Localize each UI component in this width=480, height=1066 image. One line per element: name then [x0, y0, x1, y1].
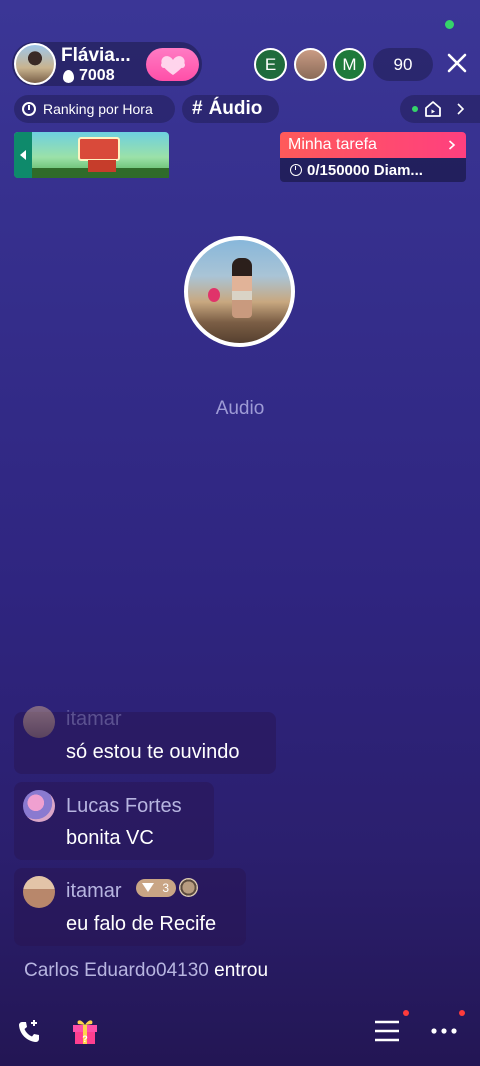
host-score: 7008 — [63, 67, 115, 85]
join-action: entrou — [214, 960, 269, 981]
host-score-value: 7008 — [79, 67, 115, 84]
follow-button[interactable] — [146, 48, 199, 81]
banner-sign-base — [88, 160, 116, 172]
chat-avatar[interactable] — [23, 876, 55, 908]
hash-icon: # — [192, 98, 203, 119]
host-avatar[interactable] — [14, 43, 56, 85]
join-notice: Carlos Eduardo04130 entrou — [24, 960, 268, 982]
ranking-label: Ranking por Hora — [43, 101, 153, 117]
topic-label: Áudio — [208, 98, 263, 119]
speaker-avatar[interactable] — [184, 236, 295, 347]
banner-sign — [78, 137, 120, 161]
more-icon[interactable] — [430, 1026, 458, 1036]
more-notification-dot — [459, 1010, 465, 1016]
chat-username[interactable]: itamar — [66, 880, 122, 903]
level-badge: 3 — [136, 879, 176, 897]
chat-text: eu falo de Recife — [66, 913, 217, 935]
menu-icon[interactable] — [374, 1020, 400, 1042]
home-icon — [425, 101, 441, 117]
online-indicator — [445, 20, 454, 29]
room-home-button[interactable] — [400, 95, 480, 123]
chevron-left-icon — [20, 150, 26, 160]
viewer-avatar[interactable]: E — [254, 48, 287, 81]
avatar-figure — [232, 258, 252, 318]
menu-notification-dot — [403, 1010, 409, 1016]
chat-text: só estou te ouvindo — [66, 741, 240, 763]
chat-avatar[interactable] — [23, 790, 55, 822]
task-header[interactable]: Minha tarefa — [280, 132, 466, 158]
gift-icon[interactable]: ? — [70, 1015, 100, 1045]
banner-collapse-button[interactable] — [14, 132, 32, 178]
viewer-avatar[interactable]: M — [333, 48, 366, 81]
phone-icon[interactable] — [16, 1019, 42, 1045]
medal-icon — [179, 878, 198, 897]
chat-username[interactable]: itamar — [66, 708, 122, 731]
task-progress-value: 0/150000 Diam... — [307, 161, 423, 179]
ranking-button[interactable]: Ranking por Hora — [14, 95, 175, 123]
host-name: Flávia... — [61, 45, 131, 66]
live-dot — [412, 106, 418, 112]
level-icon — [142, 883, 154, 892]
level-value: 3 — [162, 881, 169, 895]
viewer-count[interactable]: 90 — [373, 48, 433, 81]
chat-avatar[interactable] — [23, 706, 55, 738]
stage-label: Audio — [215, 398, 265, 419]
heart-icon — [160, 55, 185, 75]
avatar-balloon — [208, 288, 220, 302]
svg-text:?: ? — [82, 1034, 88, 1044]
task-progress[interactable]: 0/150000 Diam... — [280, 158, 466, 182]
topic-tag[interactable]: # Áudio — [182, 95, 279, 123]
chat-text: bonita VC — [66, 827, 154, 849]
chevron-right-icon — [448, 140, 456, 150]
chat-username[interactable]: Lucas Fortes — [66, 795, 182, 818]
viewer-avatar[interactable] — [294, 48, 327, 81]
join-username[interactable]: Carlos Eduardo04130 — [24, 960, 209, 981]
clock-icon — [290, 164, 302, 176]
chevron-right-icon — [457, 103, 465, 115]
fire-icon — [63, 69, 74, 83]
task-title: Minha tarefa — [288, 136, 377, 153]
clock-icon — [22, 102, 36, 116]
close-icon[interactable] — [444, 50, 470, 76]
